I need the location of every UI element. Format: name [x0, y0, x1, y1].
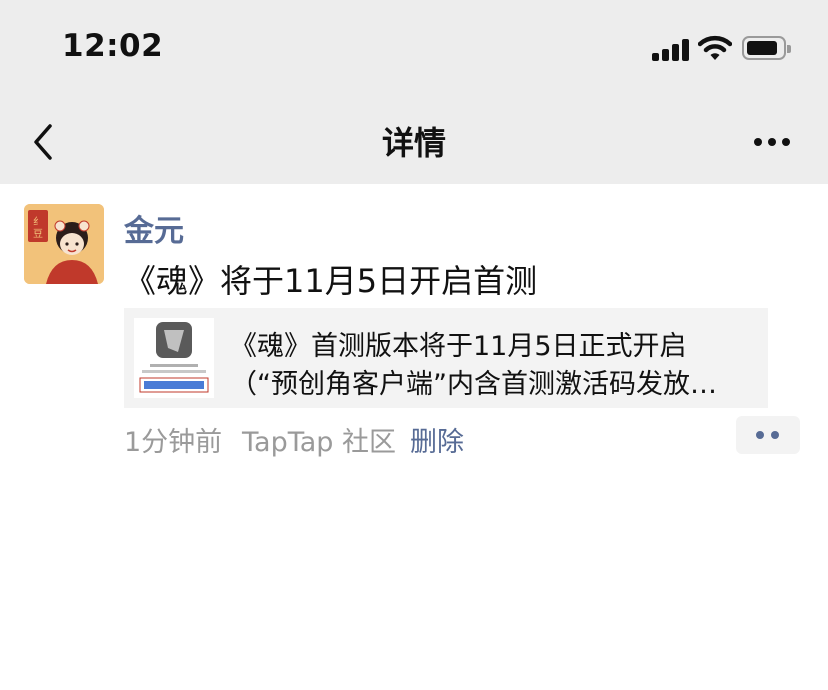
- delete-link[interactable]: 删除: [410, 420, 464, 459]
- post-source: TapTap 社区: [242, 427, 396, 458]
- status-bar: 12:02: [0, 0, 828, 100]
- link-title-line1: 《魂》首测版本将于11月5日正式开启: [230, 331, 687, 362]
- status-time: 12:02: [62, 28, 164, 64]
- page-title: 详情: [381, 124, 446, 162]
- avatar[interactable]: 纟 豆: [24, 204, 104, 284]
- post-text: 《魂》将于11月5日开启首测: [124, 262, 538, 300]
- nav-bar: 详情: [0, 100, 828, 184]
- more-dots-icon[interactable]: [744, 124, 800, 160]
- post-time-ago: 1分钟前: [124, 427, 223, 458]
- link-thumbnail: [134, 318, 214, 398]
- shared-link-card[interactable]: 《魂》首测版本将于11月5日正式开启 （“预创角客户端”内含首测激活码发放…: [124, 308, 768, 408]
- wifi-icon: [698, 35, 732, 60]
- comment-dots-icon[interactable]: [736, 416, 800, 454]
- cellular-signal-icon: [652, 39, 692, 61]
- link-title-line2: （“预创角客户端”内含首测激活码发放…: [230, 369, 717, 400]
- svg-text:豆: 豆: [33, 228, 43, 240]
- post-username[interactable]: 金元: [124, 206, 184, 250]
- battery-icon: [742, 36, 791, 60]
- svg-text:纟: 纟: [33, 216, 43, 228]
- avatar-illustration: 纟 豆: [24, 204, 104, 284]
